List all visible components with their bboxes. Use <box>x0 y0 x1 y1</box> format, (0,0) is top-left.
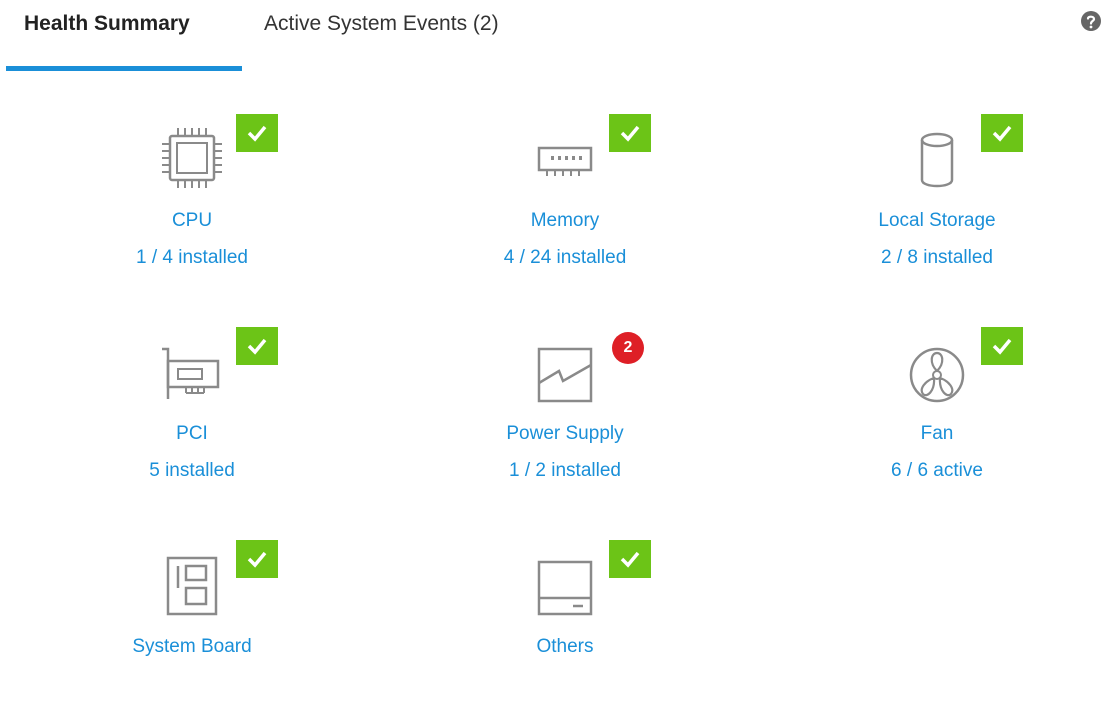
tab-active-system-events[interactable]: Active System Events (2) <box>264 12 499 36</box>
status-ok-check-icon <box>981 114 1023 152</box>
pci-card-icon <box>162 347 220 399</box>
component-name[interactable]: CPU <box>62 210 322 232</box>
cpu-chip-icon <box>162 128 222 188</box>
component-count[interactable]: 4 / 24 installed <box>435 247 695 269</box>
component-system-board: System Board <box>62 540 322 720</box>
status-ok-check-icon <box>236 540 278 578</box>
component-others: Others <box>435 540 695 720</box>
help-icon[interactable] <box>1080 10 1102 32</box>
component-count[interactable]: 5 installed <box>62 460 322 482</box>
power-supply-icon <box>537 347 593 403</box>
others-device-icon <box>537 560 593 616</box>
active-tab-indicator <box>6 66 242 71</box>
component-local-storage: Local Storage 2 / 8 installed <box>807 114 1067 294</box>
status-ok-check-icon <box>236 327 278 365</box>
component-memory: Memory 4 / 24 installed <box>435 114 695 294</box>
memory-module-icon <box>537 146 593 176</box>
status-ok-check-icon <box>236 114 278 152</box>
tab-bar: Health Summary Active System Events (2) <box>0 0 1102 72</box>
component-name[interactable]: System Board <box>62 636 322 658</box>
component-count[interactable]: 2 / 8 installed <box>807 247 1067 269</box>
fan-icon <box>909 347 965 403</box>
component-count[interactable]: 1 / 4 installed <box>62 247 322 269</box>
component-name[interactable]: PCI <box>62 423 322 445</box>
status-ok-check-icon <box>981 327 1023 365</box>
component-cpu: CPU 1 / 4 installed <box>62 114 322 294</box>
tab-health-summary[interactable]: Health Summary <box>24 12 190 36</box>
component-count[interactable]: 1 / 2 installed <box>435 460 695 482</box>
system-board-icon <box>166 556 218 616</box>
storage-cylinder-icon <box>920 132 954 188</box>
component-name[interactable]: Power Supply <box>435 423 695 445</box>
component-name[interactable]: Local Storage <box>807 210 1067 232</box>
status-ok-check-icon <box>609 540 651 578</box>
status-ok-check-icon <box>609 114 651 152</box>
component-pci: PCI 5 installed <box>62 327 322 507</box>
error-count-badge[interactable]: 2 <box>612 332 644 364</box>
component-name[interactable]: Others <box>435 636 695 658</box>
component-fan: Fan 6 / 6 active <box>807 327 1067 507</box>
component-name[interactable]: Memory <box>435 210 695 232</box>
component-count[interactable]: 6 / 6 active <box>807 460 1067 482</box>
component-power-supply: 2 Power Supply 1 / 2 installed <box>435 327 695 507</box>
component-name[interactable]: Fan <box>807 423 1067 445</box>
